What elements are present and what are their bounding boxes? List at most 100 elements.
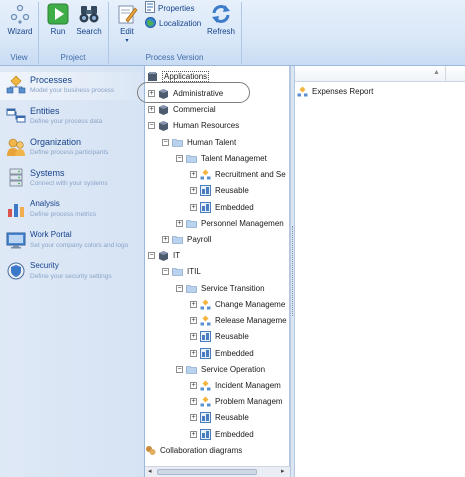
list-item[interactable]: Expenses Report — [297, 86, 373, 97]
collapse-icon[interactable]: − — [176, 284, 183, 292]
folder-icon — [172, 234, 183, 245]
tree-node-service-operation[interactable]: − Service Operation — [176, 362, 265, 376]
localization-button[interactable]: Localization — [145, 16, 201, 30]
scroll-right-icon[interactable]: ▸ — [281, 467, 285, 475]
tree-node-personnel-management[interactable]: + Personnel Managemen — [176, 216, 284, 230]
tree-label: Personnel Managemen — [201, 218, 284, 228]
expand-icon[interactable]: + — [190, 332, 197, 340]
search-label: Search — [76, 27, 102, 36]
nav-subtitle: Connect with your systems — [30, 180, 108, 187]
sort-up-icon[interactable]: ▲ — [433, 69, 440, 76]
nav-item-systems[interactable]: Systems Connect with your systems — [0, 165, 143, 193]
collapse-icon[interactable]: − — [176, 154, 183, 162]
tree-node-embedded[interactable]: + Embedded — [190, 200, 254, 214]
expand-icon[interactable]: + — [162, 235, 169, 243]
expand-icon[interactable]: + — [190, 381, 197, 389]
tree-node-problem-management[interactable]: + Problem Managem — [190, 394, 283, 408]
tree-node-reusable[interactable]: + Reusable — [190, 183, 249, 197]
nav-subtitle: Model your business process — [30, 87, 115, 94]
splitter-grip[interactable] — [292, 226, 293, 316]
tree-root-applications[interactable]: Applications — [147, 69, 210, 83]
collapse-icon[interactable]: − — [148, 121, 155, 129]
tree-node-embedded[interactable]: + Embedded — [190, 427, 254, 441]
expand-icon[interactable]: + — [190, 170, 197, 178]
highlight-annotation — [137, 82, 250, 103]
tree-node-recruitment[interactable]: + Recruitment and Se — [190, 167, 286, 181]
collapse-icon[interactable]: − — [176, 365, 183, 373]
edit-icon — [116, 3, 138, 25]
nav-item-analysis[interactable]: Analysis Define process metrics — [0, 196, 143, 224]
tree-node-release-management[interactable]: + Release Manageme — [190, 313, 287, 327]
localization-label: Localization — [159, 18, 202, 28]
nav-subtitle: Define your process data — [30, 118, 103, 125]
tree-node-it[interactable]: − IT — [148, 248, 180, 262]
expand-icon[interactable]: + — [190, 203, 197, 211]
collapse-icon[interactable]: − — [162, 138, 169, 146]
expand-icon[interactable]: + — [190, 186, 197, 194]
horizontal-scrollbar[interactable]: ◂ ▸ — [145, 466, 290, 477]
expand-icon[interactable]: + — [148, 105, 155, 113]
tree-label: Embedded — [215, 429, 254, 439]
wizard-button[interactable]: Wizard — [4, 0, 36, 52]
tree-node-reusable[interactable]: + Reusable — [190, 410, 249, 424]
nav-item-organization[interactable]: Organization Define process participants — [0, 134, 143, 162]
nav-title: Entities — [30, 106, 60, 116]
application-tree: Applications + Administrative + Commerci… — [145, 66, 290, 477]
nav-title: Work Portal — [30, 230, 72, 239]
tree-label: Talent Managemet — [201, 153, 267, 163]
scrollbar-thumb[interactable] — [157, 469, 257, 475]
tree-label: Applications — [162, 70, 210, 82]
left-navigation: Processes Model your business process En… — [0, 66, 145, 477]
group-label-process-version: Process Version — [145, 53, 204, 62]
tree-node-payroll[interactable]: + Payroll — [162, 232, 211, 246]
expand-icon[interactable]: + — [190, 413, 197, 421]
expand-icon[interactable]: + — [176, 219, 183, 227]
folder-icon — [186, 364, 197, 375]
expand-icon[interactable]: + — [190, 316, 197, 324]
tree-node-human-resources[interactable]: − Human Resources — [148, 118, 239, 132]
nav-item-work-portal[interactable]: Work Portal Set your company colors and … — [0, 227, 143, 255]
nav-item-processes[interactable]: Processes Model your business process — [0, 72, 143, 100]
edit-button[interactable]: Edit ▾ — [114, 0, 140, 52]
tree-node-incident-management[interactable]: + Incident Managem — [190, 378, 281, 392]
collapse-icon[interactable]: − — [162, 267, 169, 275]
tree-label: Human Talent — [187, 137, 237, 147]
tree-node-embedded[interactable]: + Embedded — [190, 346, 254, 360]
process-icon — [200, 380, 211, 391]
tree-label: Change Manageme — [215, 299, 286, 309]
tree-node-service-transition[interactable]: − Service Transition — [176, 281, 265, 295]
tree-node-change-management[interactable]: + Change Manageme — [190, 297, 285, 311]
process-icon — [200, 169, 211, 180]
nav-title: Analysis — [30, 199, 60, 208]
search-button[interactable]: Search — [74, 0, 104, 52]
tree-label: Service Operation — [201, 364, 266, 374]
tree-node-commercial[interactable]: + Commercial — [148, 102, 216, 116]
expand-icon[interactable]: + — [190, 349, 197, 357]
tree-node-talent-managemet[interactable]: − Talent Managemet — [176, 151, 267, 165]
list-header[interactable]: ▲ — [295, 66, 465, 82]
tree-label: IT — [173, 250, 181, 260]
application-icon — [158, 104, 169, 115]
list-item-label: Expenses Report — [312, 87, 374, 96]
properties-label: Properties — [158, 3, 195, 13]
properties-button[interactable]: Properties — [145, 1, 194, 15]
expand-icon[interactable]: + — [190, 397, 197, 405]
nav-item-security[interactable]: Security Define your security settings — [0, 258, 143, 286]
nav-item-entities[interactable]: Entities Define your process data — [0, 103, 143, 131]
group-label-view: View — [10, 53, 28, 62]
run-button[interactable]: Run — [44, 0, 72, 52]
expand-icon[interactable]: + — [190, 300, 197, 308]
process-icon — [200, 299, 211, 310]
systems-icon — [6, 168, 26, 188]
scroll-left-icon[interactable]: ◂ — [148, 467, 152, 475]
tree-node-reusable[interactable]: + Reusable — [190, 329, 249, 343]
folder-icon — [186, 283, 197, 294]
expand-icon[interactable]: + — [190, 430, 197, 438]
refresh-button[interactable]: Refresh — [204, 0, 238, 52]
tree-node-human-talent[interactable]: − Human Talent — [162, 135, 236, 149]
folder-icon — [172, 266, 183, 277]
tree-node-itil[interactable]: − ITIL — [162, 264, 201, 278]
collapse-icon[interactable]: − — [148, 251, 155, 259]
reusable-icon — [200, 411, 211, 423]
tree-node-collaboration-diagrams[interactable]: Collaboration diagrams — [145, 443, 242, 457]
